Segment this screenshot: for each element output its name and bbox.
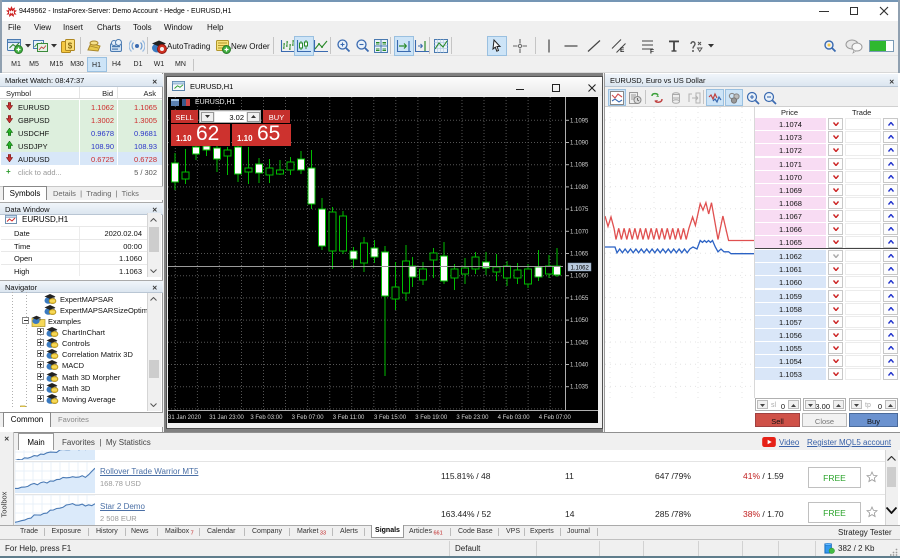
svg-text:31 Jan 2020: 31 Jan 2020: [168, 415, 202, 421]
svg-text:3 Feb 07:00: 3 Feb 07:00: [292, 415, 325, 421]
svg-text:1.1080: 1.1080: [570, 185, 589, 191]
svg-text:3 Feb 15:00: 3 Feb 15:00: [374, 415, 407, 421]
svg-text:1.1090: 1.1090: [570, 141, 589, 147]
svg-text:31 Jan 23:00: 31 Jan 23:00: [209, 415, 244, 421]
svg-text:1.1050: 1.1050: [570, 318, 589, 324]
svg-text:3 Feb 03:00: 3 Feb 03:00: [250, 415, 283, 421]
svg-text:E: E: [620, 47, 625, 54]
svg-text:1.1040: 1.1040: [570, 363, 589, 369]
svg-text:3 Feb 19:00: 3 Feb 19:00: [415, 415, 448, 421]
svg-text:4 Feb 07:00: 4 Feb 07:00: [539, 415, 572, 421]
svg-text:1.1060: 1.1060: [570, 274, 589, 280]
svg-text:1.1070: 1.1070: [570, 229, 589, 235]
svg-text:3 Feb 11:00: 3 Feb 11:00: [333, 415, 365, 421]
svg-text:4 Feb 03:00: 4 Feb 03:00: [498, 415, 531, 421]
svg-text:1.1095: 1.1095: [570, 118, 589, 124]
svg-text:1.1062: 1.1062: [571, 266, 590, 272]
svg-text:$: $: [68, 42, 73, 51]
svg-text:3 Feb 23:00: 3 Feb 23:00: [456, 415, 489, 421]
svg-text:1.1035: 1.1035: [570, 385, 589, 391]
svg-text:1.1065: 1.1065: [570, 252, 589, 258]
svg-text:1.1055: 1.1055: [570, 296, 589, 302]
svg-text:1.1045: 1.1045: [570, 340, 589, 346]
svg-text:1.1075: 1.1075: [570, 207, 589, 213]
svg-text:F: F: [650, 49, 654, 55]
svg-text:1.1085: 1.1085: [570, 163, 589, 169]
